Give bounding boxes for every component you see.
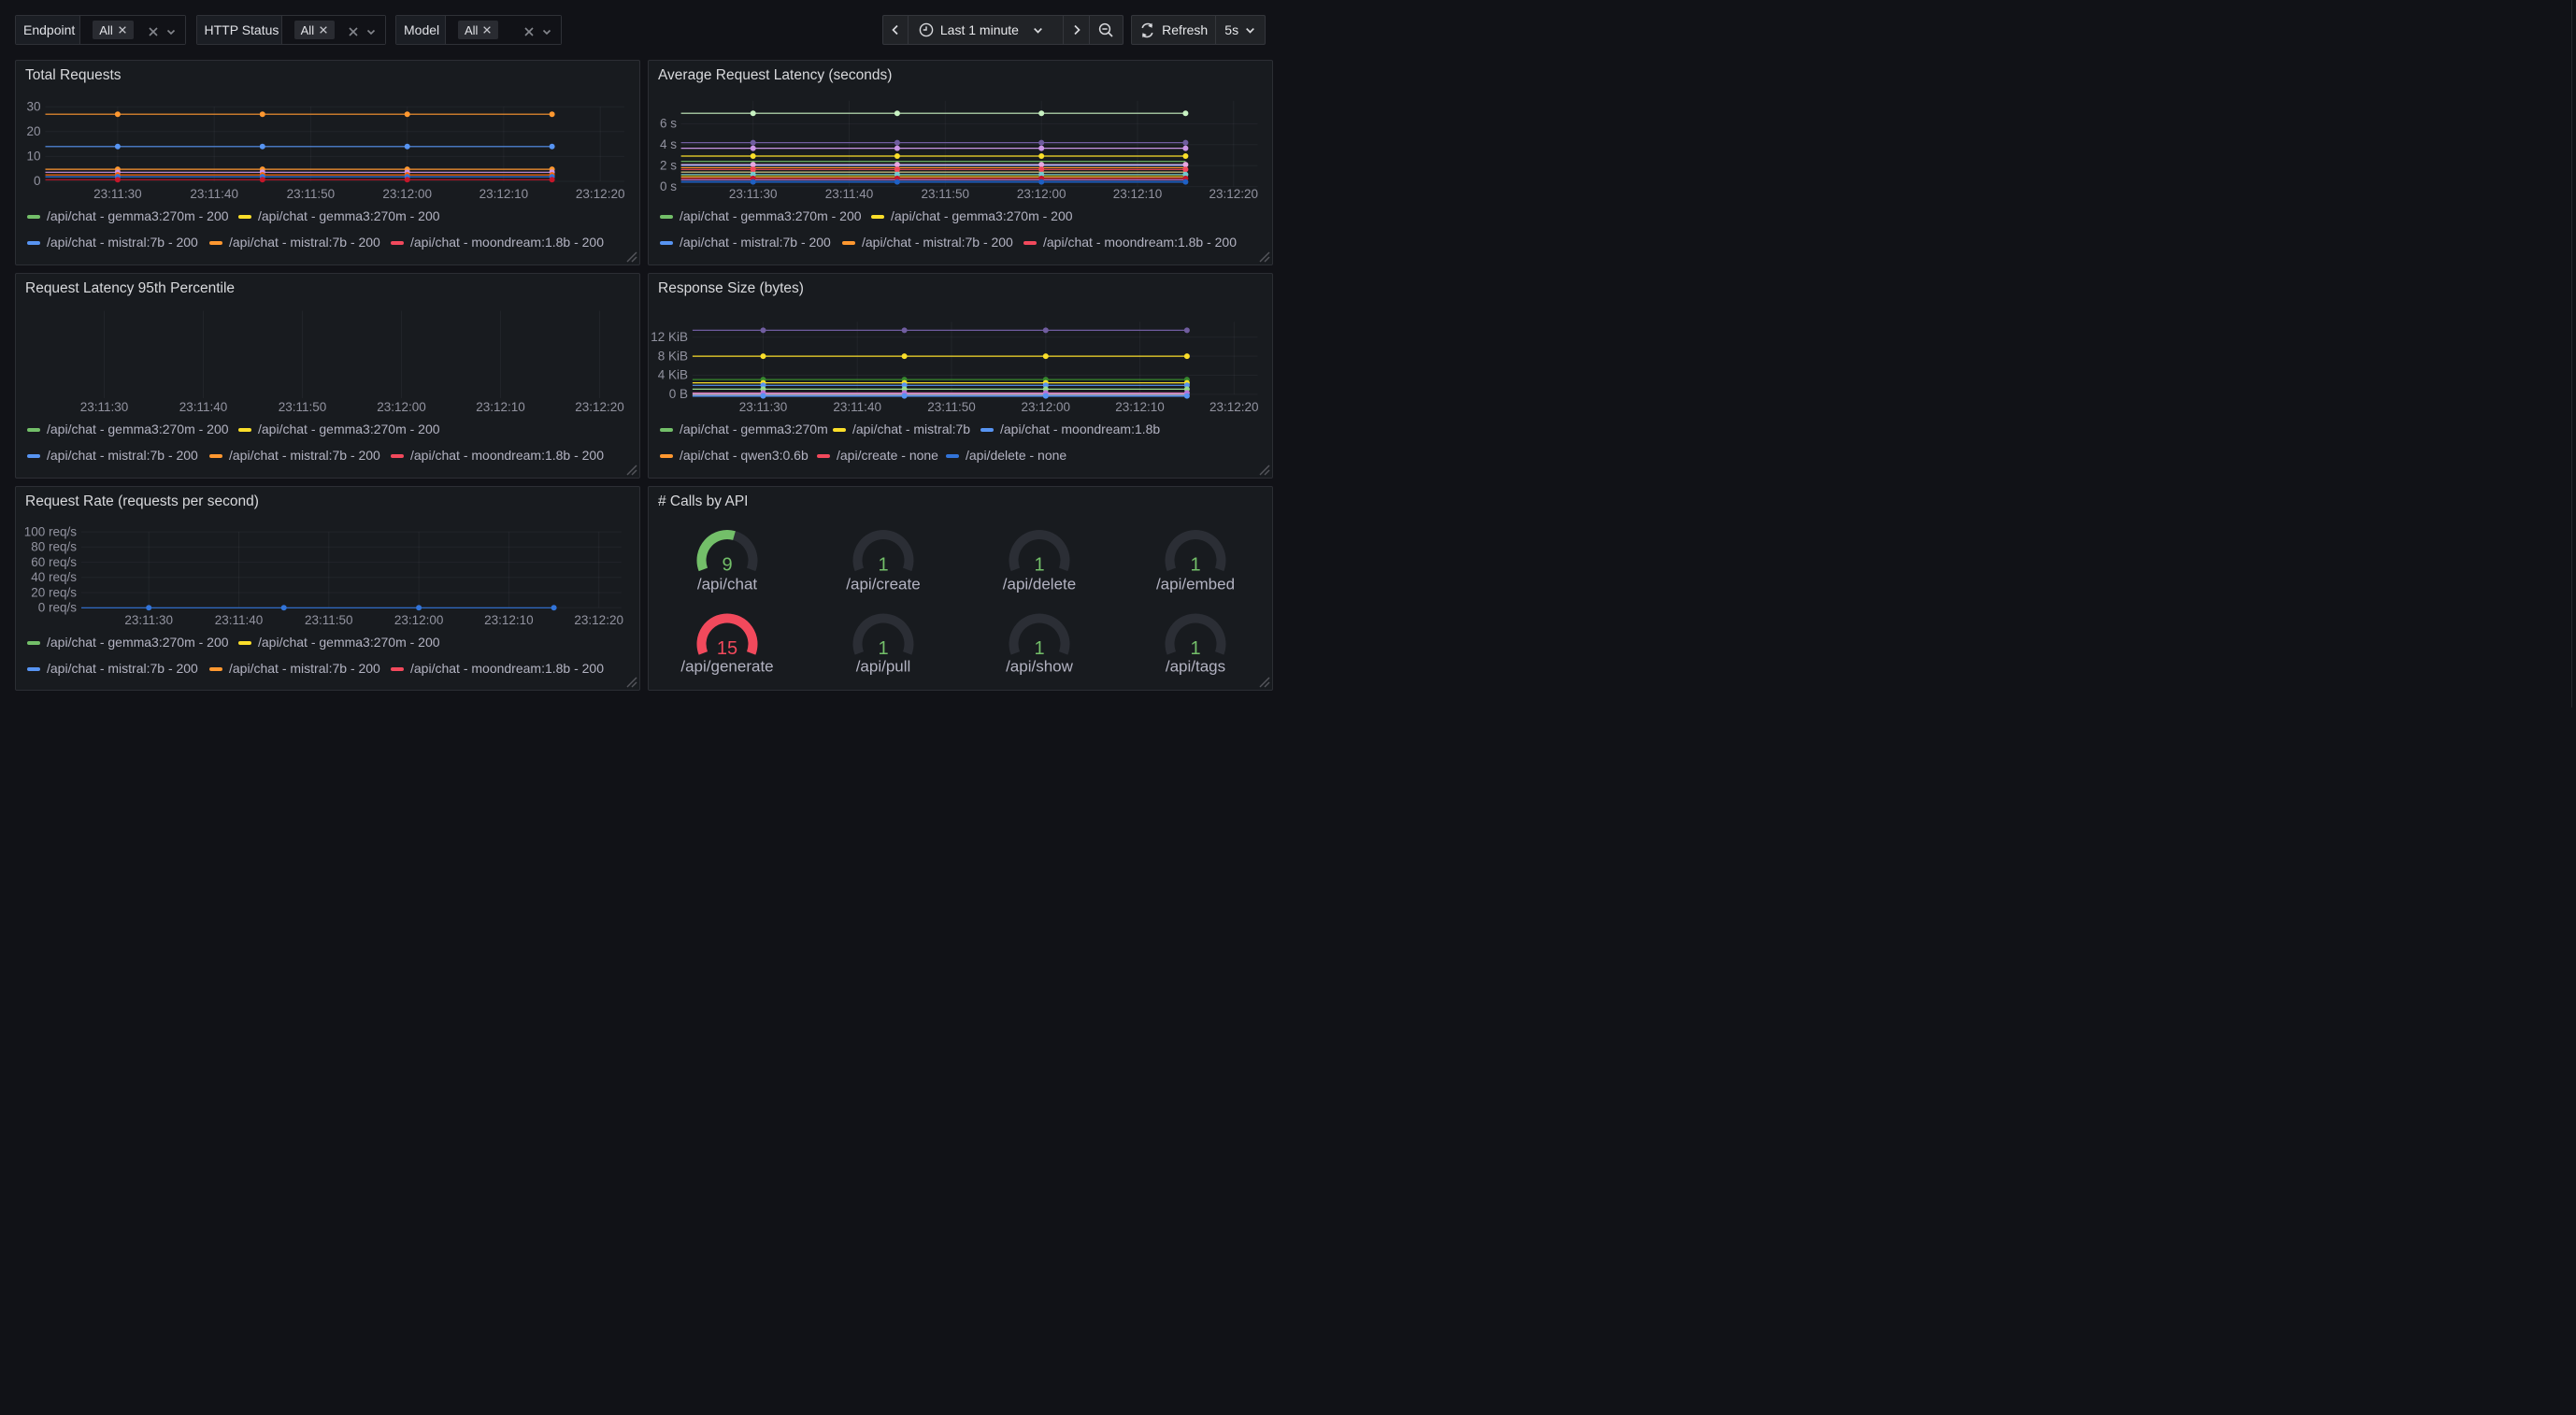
- svg-text:23:12:20: 23:12:20: [1209, 400, 1259, 414]
- svg-text:30: 30: [26, 99, 40, 113]
- svg-text:23:12:00: 23:12:00: [377, 400, 426, 414]
- svg-text:/api/create: /api/create: [846, 576, 920, 593]
- svg-text:23:12:20: 23:12:20: [1209, 187, 1259, 201]
- svg-text:/api/embed: /api/embed: [1156, 576, 1235, 593]
- svg-text:1: 1: [1190, 638, 1200, 659]
- svg-text:1: 1: [1190, 555, 1200, 576]
- svg-text:23:11:40: 23:11:40: [215, 613, 264, 627]
- svg-text:6 s: 6 s: [660, 117, 677, 131]
- svg-text:23:11:40: 23:11:40: [179, 400, 228, 414]
- svg-text:23:11:30: 23:11:30: [729, 187, 778, 201]
- svg-text:10: 10: [26, 150, 40, 164]
- svg-text:12 KiB: 12 KiB: [651, 330, 688, 344]
- svg-text:23:11:50: 23:11:50: [927, 400, 976, 414]
- svg-text:23:11:30: 23:11:30: [80, 400, 129, 414]
- svg-text:/api/generate: /api/generate: [680, 658, 773, 676]
- svg-text:23:11:50: 23:11:50: [922, 187, 970, 201]
- svg-text:23:12:00: 23:12:00: [1017, 187, 1066, 201]
- svg-text:/api/chat: /api/chat: [697, 576, 758, 593]
- svg-text:23:12:10: 23:12:10: [476, 400, 525, 414]
- svg-text:100 req/s: 100 req/s: [24, 524, 78, 538]
- svg-text:23:11:40: 23:11:40: [833, 400, 881, 414]
- svg-text:23:12:20: 23:12:20: [575, 400, 624, 414]
- svg-text:23:11:40: 23:11:40: [825, 187, 874, 201]
- svg-text:23:12:00: 23:12:00: [394, 613, 444, 627]
- svg-text:/api/show: /api/show: [1006, 658, 1074, 676]
- svg-text:15: 15: [717, 638, 737, 659]
- svg-text:23:12:20: 23:12:20: [576, 187, 625, 201]
- svg-text:23:11:30: 23:11:30: [124, 613, 173, 627]
- svg-text:8 KiB: 8 KiB: [658, 349, 688, 363]
- svg-text:20: 20: [26, 124, 40, 138]
- svg-text:23:12:00: 23:12:00: [1022, 400, 1071, 414]
- svg-text:23:12:10: 23:12:10: [1113, 187, 1163, 201]
- svg-text:23:11:40: 23:11:40: [190, 187, 238, 201]
- svg-text:23:12:10: 23:12:10: [484, 613, 534, 627]
- svg-text:20 req/s: 20 req/s: [31, 585, 77, 599]
- svg-text:23:11:30: 23:11:30: [739, 400, 788, 414]
- svg-text:23:11:30: 23:11:30: [93, 187, 142, 201]
- svg-text:/api/tags: /api/tags: [1166, 658, 1225, 676]
- svg-text:23:11:50: 23:11:50: [287, 187, 336, 201]
- svg-text:1: 1: [1034, 638, 1044, 659]
- svg-text:2 s: 2 s: [660, 158, 677, 172]
- svg-text:80 req/s: 80 req/s: [31, 540, 77, 554]
- svg-text:40 req/s: 40 req/s: [31, 570, 77, 584]
- svg-text:23:11:50: 23:11:50: [279, 400, 327, 414]
- svg-text:23:12:20: 23:12:20: [574, 613, 623, 627]
- svg-text:/api/delete: /api/delete: [1003, 576, 1076, 593]
- svg-text:4 KiB: 4 KiB: [658, 368, 688, 382]
- svg-text:23:11:50: 23:11:50: [305, 613, 353, 627]
- svg-text:/api/pull: /api/pull: [856, 658, 911, 676]
- svg-text:23:12:10: 23:12:10: [479, 187, 529, 201]
- svg-text:60 req/s: 60 req/s: [31, 555, 77, 569]
- svg-text:23:12:10: 23:12:10: [1115, 400, 1165, 414]
- svg-text:1: 1: [878, 555, 888, 576]
- svg-text:23:12:00: 23:12:00: [382, 187, 432, 201]
- svg-text:0 req/s: 0 req/s: [38, 601, 78, 615]
- svg-text:0 B: 0 B: [669, 387, 688, 401]
- svg-text:1: 1: [1034, 555, 1044, 576]
- svg-text:0: 0: [34, 174, 41, 188]
- svg-text:4 s: 4 s: [660, 137, 677, 151]
- svg-text:0 s: 0 s: [660, 179, 677, 193]
- svg-text:9: 9: [722, 555, 732, 576]
- svg-text:1: 1: [878, 638, 888, 659]
